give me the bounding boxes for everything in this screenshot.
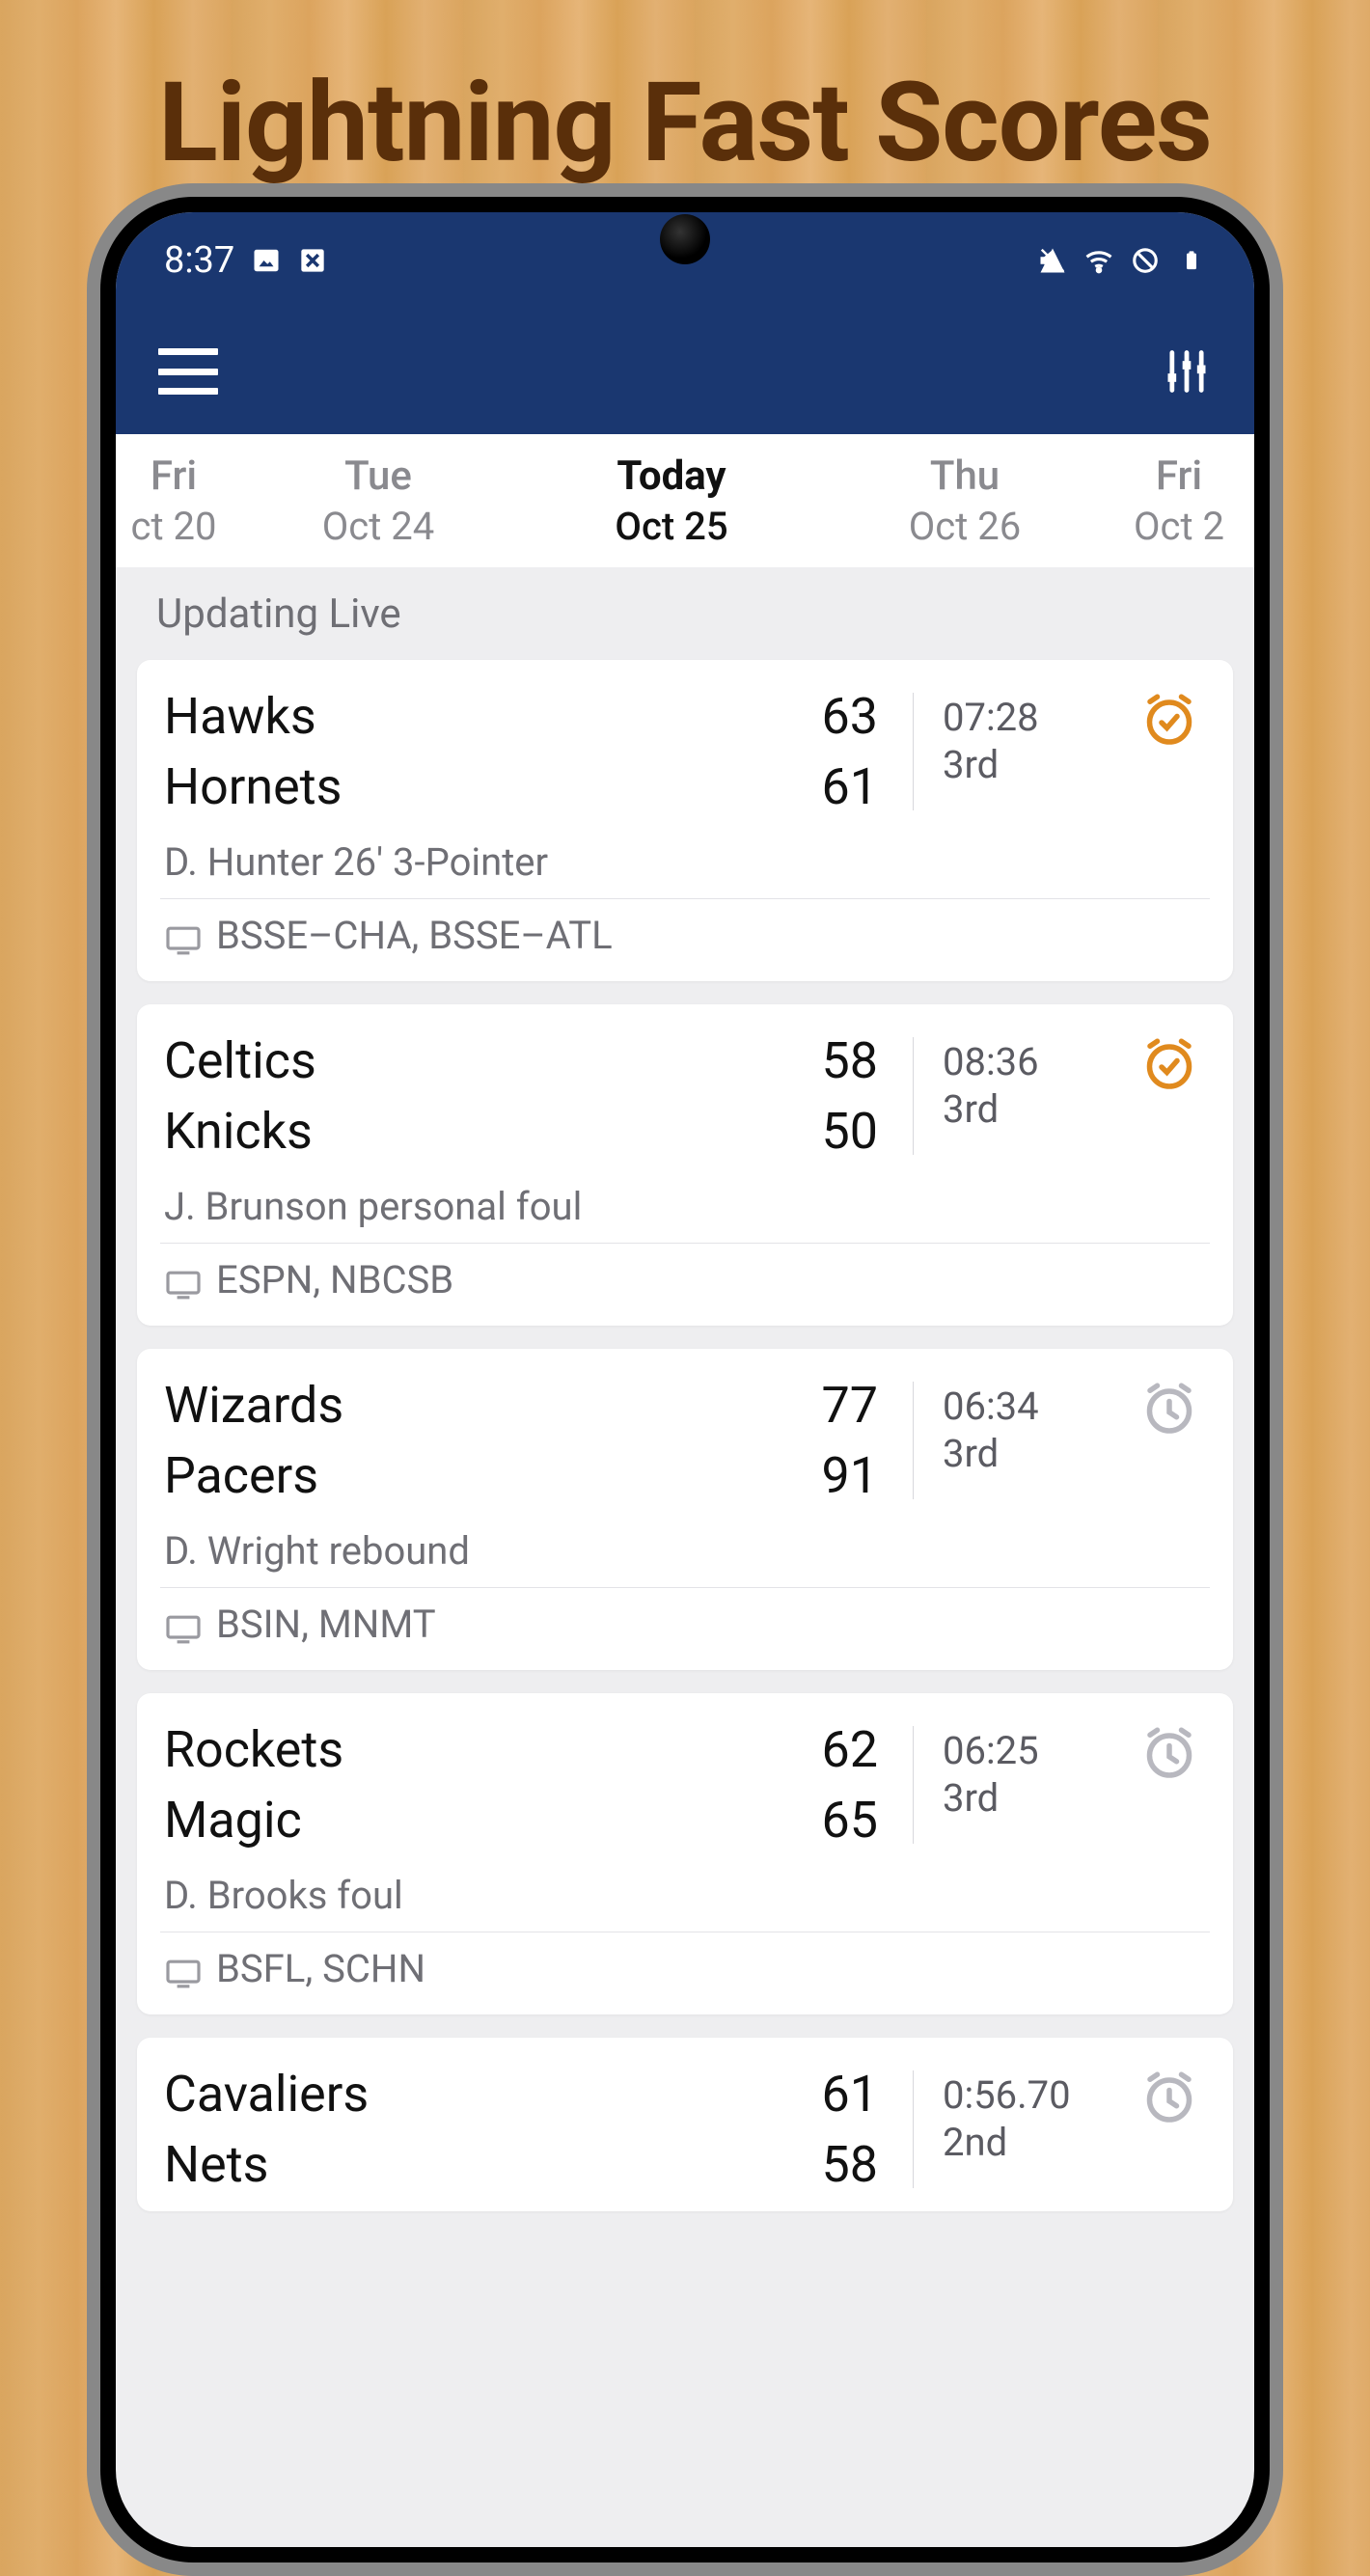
team-name: Magic [164, 1791, 302, 1850]
date-tab[interactable]: Frict 20 [116, 452, 232, 549]
tv-icon [164, 1609, 203, 1640]
game-clock: 06:34 [943, 1384, 1136, 1429]
vertical-divider [913, 693, 914, 810]
last-play: D. Wright rebound [164, 1528, 1206, 1587]
team-score: 63 [822, 687, 878, 746]
team-score: 65 [822, 1791, 878, 1850]
alarm-icon[interactable] [1140, 1035, 1198, 1093]
date-tab-date: Oct 26 [820, 504, 1110, 549]
team-score: 61 [822, 2065, 878, 2124]
image-icon [252, 246, 281, 275]
game-card[interactable]: Hawks 63 Hornets 61 07:283rd D. Hunter 26' 3-… [137, 660, 1233, 981]
last-play: D. Brooks foul [164, 1873, 1206, 1932]
date-tab-dow: Today [527, 452, 816, 500]
alarm-icon[interactable] [1140, 691, 1198, 749]
team-name: Hawks [164, 687, 316, 746]
vertical-divider [913, 2070, 914, 2188]
date-tab[interactable]: TodayOct 25 [525, 452, 818, 549]
last-play: J. Brunson personal foul [164, 1184, 1206, 1243]
date-tab-date: Oct 24 [233, 504, 523, 549]
live-status: Updating Live [116, 567, 1254, 660]
date-tab-bar[interactable]: Frict 20TueOct 24TodayOct 25ThuOct 26Fri… [116, 434, 1254, 567]
game-period: 3rd [943, 1775, 1136, 1821]
game-card[interactable]: Celtics 58 Knicks 50 08:363rd J. Brunson pers… [137, 1004, 1233, 1326]
close-box-icon [298, 246, 327, 275]
team-name: Wizards [164, 1376, 343, 1435]
mute-icon [1038, 246, 1067, 275]
game-card[interactable]: Rockets 62 Magic 65 06:253rd D. Brooks foul BS… [137, 1693, 1233, 2014]
game-period: 3rd [943, 1086, 1136, 1132]
date-tab-date: ct 20 [118, 504, 230, 549]
date-tab-dow: Fri [118, 452, 230, 500]
tv-icon [164, 1265, 203, 1296]
app-bar [116, 309, 1254, 434]
broadcast-text: BSIN, MNMT [216, 1602, 436, 1647]
team-name: Celtics [164, 1031, 316, 1090]
game-clock: 0:56.70 [943, 2072, 1136, 2118]
alarm-icon[interactable] [1140, 2069, 1198, 2126]
team-name: Cavaliers [164, 2065, 369, 2124]
game-card[interactable]: Wizards 77 Pacers 91 06:343rd D. Wright rebou… [137, 1349, 1233, 1670]
team-name: Rockets [164, 1720, 343, 1779]
phone-frame: 8:37 [87, 183, 1283, 2576]
team-score: 61 [822, 757, 878, 816]
date-tab-dow: Fri [1113, 452, 1245, 500]
team-score: 77 [822, 1376, 878, 1435]
team-score: 58 [822, 1031, 878, 1090]
team-score: 50 [822, 1102, 878, 1161]
game-card[interactable]: Cavaliers 61 Nets 58 0:56.702nd [137, 2038, 1233, 2211]
alarm-icon[interactable] [1140, 1724, 1198, 1782]
team-name: Knicks [164, 1102, 313, 1161]
broadcast-text: ESPN, NBCSB [216, 1257, 453, 1302]
date-tab-date: Oct 25 [527, 504, 816, 549]
team-score: 91 [822, 1446, 878, 1505]
filter-button[interactable] [1162, 346, 1212, 397]
broadcast-text: BSFL, SCHN [216, 1946, 425, 1991]
alarm-icon[interactable] [1140, 1380, 1198, 1438]
date-tab[interactable]: ThuOct 26 [818, 452, 1111, 549]
broadcast-text: BSSE–CHA, BSSE–ATL [216, 913, 613, 958]
status-time: 8:37 [164, 239, 234, 282]
team-score: 58 [822, 2135, 878, 2194]
game-period: 3rd [943, 1431, 1136, 1476]
date-tab[interactable]: TueOct 24 [232, 452, 525, 549]
no-entry-icon [1131, 246, 1160, 275]
team-score: 62 [822, 1720, 878, 1779]
game-clock: 07:28 [943, 695, 1136, 740]
promo-headline: Lightning Fast Scores [0, 0, 1370, 187]
team-name: Nets [164, 2135, 269, 2194]
phone-camera-cutout [660, 214, 710, 264]
last-play: D. Hunter 26' 3-Pointer [164, 839, 1206, 898]
team-name: Pacers [164, 1446, 318, 1505]
vertical-divider [913, 1382, 914, 1499]
game-clock: 08:36 [943, 1039, 1136, 1084]
team-name: Hornets [164, 757, 342, 816]
menu-button[interactable] [158, 348, 218, 395]
tv-icon [164, 1954, 203, 1985]
game-period: 3rd [943, 742, 1136, 787]
game-period: 2nd [943, 2120, 1136, 2165]
date-tab-dow: Tue [233, 452, 523, 500]
vertical-divider [913, 1037, 914, 1155]
wifi-icon [1084, 246, 1113, 275]
battery-icon [1177, 246, 1206, 275]
tv-icon [164, 920, 203, 951]
date-tab[interactable]: FriOct 2 [1111, 452, 1247, 549]
date-tab-dow: Thu [820, 452, 1110, 500]
vertical-divider [913, 1726, 914, 1844]
game-clock: 06:25 [943, 1728, 1136, 1773]
date-tab-date: Oct 2 [1113, 504, 1245, 549]
